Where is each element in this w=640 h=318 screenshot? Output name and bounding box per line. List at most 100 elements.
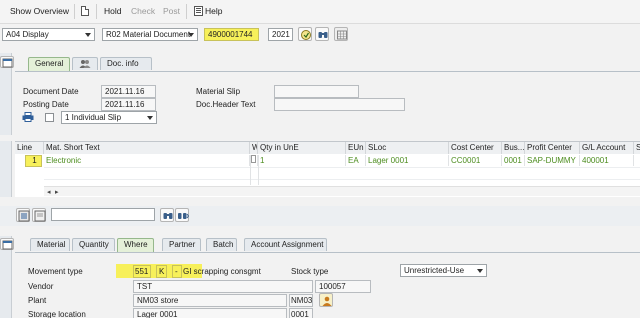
empty-row-line [44, 167, 640, 168]
row-line-number[interactable]: 1 [25, 155, 42, 167]
plant-label: Plant [28, 296, 47, 305]
movement-type-description: GI scrapping consgmt [183, 267, 261, 276]
row-sloc[interactable]: Lager 0001 [366, 155, 449, 166]
print-button[interactable] [22, 112, 34, 122]
column-divider [250, 155, 251, 185]
movement-dash-field[interactable]: - [172, 265, 182, 278]
application-toolbar: Show Overview Hold Check Post Help [0, 0, 640, 24]
hold-button[interactable]: Hold [104, 6, 121, 16]
column-header-qty[interactable]: Qty in UnE [258, 142, 346, 154]
find-button[interactable] [315, 27, 329, 41]
year-input[interactable]: 2021 [268, 28, 293, 41]
post-button[interactable]: Post [163, 6, 180, 16]
collapse-icon [2, 240, 13, 250]
slip-option-dropdown[interactable]: 1 Individual Slip [61, 111, 157, 124]
row-w-checkbox[interactable] [250, 155, 258, 166]
posting-date-field[interactable]: 2021.11.16 [101, 98, 156, 111]
column-header-cost-center[interactable]: Cost Center [449, 142, 502, 154]
new-document-icon[interactable] [81, 6, 89, 16]
column-header-s[interactable]: S [634, 142, 640, 154]
collapse-detail-button[interactable] [0, 238, 14, 250]
row-profit-center[interactable]: SAP-DUMMY [525, 155, 580, 166]
posting-date-value: 2021.11.16 [105, 100, 145, 109]
storage-location-name-field[interactable]: Lager 0001 [133, 308, 287, 318]
column-header-eun[interactable]: EUn [346, 142, 366, 154]
plant-name-field[interactable]: NM03 store [133, 294, 287, 307]
table-find-button[interactable] [160, 208, 174, 222]
collapse-header-button[interactable] [0, 56, 14, 68]
print-checkbox[interactable] [45, 113, 54, 122]
row-gl-account[interactable]: 400001 [580, 155, 634, 166]
row-mat-short-text[interactable]: Electronic [44, 155, 250, 166]
tab-doc-info[interactable]: Doc. info [100, 57, 152, 70]
column-header-business-area[interactable]: Bus... [502, 142, 525, 154]
tab-account-assignment[interactable]: Account Assignment [244, 238, 327, 251]
storage-location-name-value: Lager 0001 [137, 310, 178, 318]
table-grid-icon [337, 30, 347, 40]
plant-address-button[interactable] [319, 293, 333, 307]
execute-button[interactable] [298, 27, 312, 41]
help-icon[interactable] [194, 6, 203, 16]
person-icon [322, 296, 332, 306]
table-horizontal-scrollbar[interactable]: ◂ ▸ [44, 186, 640, 196]
plant-code-field[interactable]: NM03 [289, 294, 313, 307]
row-business-area[interactable]: 0001 [502, 155, 525, 166]
tab-where[interactable]: Where [117, 238, 154, 252]
tab-users[interactable] [72, 57, 98, 70]
tab-partner[interactable]: Partner [162, 238, 201, 251]
reference-document-dropdown[interactable]: R02 Material Document [102, 28, 198, 41]
document-number-input[interactable]: 4900001744 [204, 28, 259, 41]
empty-row-line [44, 179, 640, 180]
stock-type-label: Stock type [291, 267, 329, 276]
vendor-name-value: TST [137, 282, 153, 291]
grid-button[interactable] [334, 27, 348, 41]
vendor-number-value: 100057 [319, 282, 346, 291]
stock-type-dropdown[interactable]: Unrestricted-Use [400, 264, 487, 277]
table-find-next-button[interactable] [175, 208, 189, 222]
scroll-right-icon[interactable]: ▸ [55, 188, 59, 196]
deselect-all-icon [34, 210, 46, 222]
column-header-mat-short-text[interactable]: Mat. Short Text [44, 142, 250, 154]
row-cost-center[interactable]: CC0001 [449, 155, 502, 166]
item-table: Line Mat. Short Text W Qty in UnE EUn SL… [15, 141, 640, 197]
column-header-sloc[interactable]: SLoc [366, 142, 449, 154]
collapse-icon [2, 58, 13, 68]
table-search-input[interactable] [51, 208, 155, 221]
movement-type-field[interactable]: 551 [133, 265, 151, 278]
row-eun[interactable]: EA [346, 155, 366, 166]
vendor-label: Vendor [28, 282, 54, 291]
material-slip-field[interactable] [274, 85, 359, 98]
detail-panel-border [15, 252, 640, 253]
vendor-number-field[interactable]: 100057 [315, 280, 371, 293]
doc-header-text-field[interactable] [274, 98, 405, 111]
tab-batch-label: Batch [213, 240, 234, 249]
tab-material[interactable]: Material [30, 238, 70, 251]
storage-location-code-field[interactable]: 0001 [289, 308, 313, 318]
check-button[interactable]: Check [131, 6, 155, 16]
tab-quantity[interactable]: Quantity [72, 238, 115, 251]
tab-batch[interactable]: Batch [206, 238, 237, 251]
action-dropdown[interactable]: A04 Display [2, 28, 95, 41]
movement-indicator-field[interactable]: K [156, 265, 167, 278]
help-button[interactable]: Help [205, 6, 222, 16]
vendor-name-field[interactable]: TST [133, 280, 313, 293]
deselect-all-button[interactable] [32, 208, 46, 222]
column-header-w[interactable]: W [250, 142, 258, 154]
toolbar-separator [186, 4, 187, 19]
document-number-value: 4900001744 [208, 30, 253, 39]
show-overview-button[interactable]: Show Overview [10, 6, 69, 16]
select-all-button[interactable] [16, 208, 30, 222]
scroll-left-icon[interactable]: ◂ [47, 188, 51, 196]
document-date-field[interactable]: 2021.11.16 [101, 85, 156, 98]
posting-date-label: Posting Date [23, 100, 69, 109]
column-header-line[interactable]: Line [15, 142, 44, 154]
tab-where-label: Where [124, 240, 148, 249]
column-header-profit-center[interactable]: Profit Center [525, 142, 580, 154]
column-header-gl-account[interactable]: G/L Account [580, 142, 634, 154]
doc-header-text-label: Doc.Header Text [196, 100, 256, 109]
tab-general[interactable]: General [28, 57, 70, 71]
row-qty[interactable]: 1 [258, 155, 346, 166]
plant-code-value: NM03 [291, 296, 313, 305]
tab-general-label: General [35, 59, 64, 68]
action-value: A04 Display [6, 30, 49, 39]
